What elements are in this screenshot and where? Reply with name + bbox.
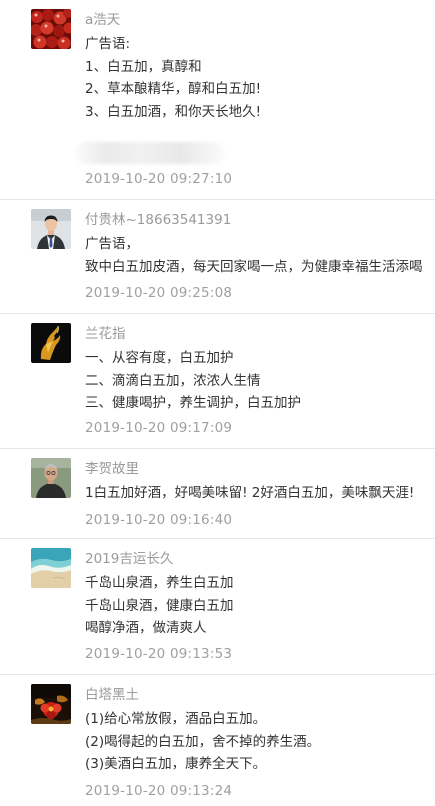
avatar[interactable] [31, 209, 71, 249]
avatar[interactable] [31, 548, 71, 588]
comment-timestamp: 2019-10-20 09:16:40 [85, 512, 233, 528]
avatar[interactable] [31, 458, 71, 498]
avatar[interactable] [31, 323, 71, 363]
comment-line: (1)给心常放假，酒品白五加。 [85, 711, 267, 727]
red-flower-photo-icon [31, 684, 71, 724]
comment-line: 一、从容有度，白五加护 [85, 350, 234, 366]
comment-item: 兰花指 一、从容有度，白五加护 二、滴滴白五加，浓浓人生情 三、健康喝护，养生调… [0, 314, 435, 449]
commenter-name[interactable]: 付贵林~18663541391 [85, 211, 435, 229]
comment-line: (3)美酒白五加，康养全天下。 [85, 756, 267, 772]
comment-item: a浩天 广告语: 1、白五加，真醇和 2、草本酿精华，醇和白五加! 3、白五加酒… [0, 0, 435, 200]
commenter-name[interactable]: 白塔黑土 [85, 686, 435, 704]
comment-item: 2019吉运长久 千岛山泉酒，养生白五加 千岛山泉酒，健康白五加 喝醇净酒，做清… [0, 539, 435, 675]
comment-timestamp: 2019-10-20 09:27:10 [85, 171, 233, 187]
comment-line: 喝醇净酒，做清爽人 [85, 620, 207, 636]
commenter-name[interactable]: 2019吉运长久 [85, 550, 435, 568]
comment-line: 1白五加好酒，好喝美味留! 2好酒白五加，美味飘天涯! [85, 485, 415, 501]
comment-item: 付贵林~18663541391 广告语， 致中白五加皮酒，每天回家喝一点，为健康… [0, 200, 435, 314]
blurred-image-placeholder [75, 142, 225, 164]
comment-line: 千岛山泉酒，养生白五加 [85, 575, 234, 591]
golden-hand-gesture-icon [31, 323, 71, 363]
comment-line: 1、白五加，真醇和 [85, 58, 202, 75]
comment-timestamp: 2019-10-20 09:13:24 [85, 783, 233, 799]
beach-landscape-photo-icon [31, 548, 71, 588]
comment-item: 李贺故里 1白五加好酒，好喝美味留! 2好酒白五加，美味飘天涯! 2019-10… [0, 449, 435, 539]
red-berries-photo-icon [31, 9, 71, 49]
comment-line: 广告语: [85, 36, 131, 52]
comment-line: 2、草本酿精华，醇和白五加! [85, 81, 262, 97]
comment-timestamp: 2019-10-20 09:13:53 [85, 646, 233, 662]
comment-line: 二、滴滴白五加，浓浓人生情 [85, 372, 261, 389]
comment-line: 致中白五加皮酒，每天回家喝一点，为健康幸福生活添喝 [85, 258, 423, 275]
man-in-suit-photo-icon [31, 209, 71, 249]
comment-timestamp: 2019-10-20 09:17:09 [85, 420, 233, 436]
elderly-man-photo-icon [31, 458, 71, 498]
commenter-name[interactable]: 兰花指 [85, 325, 435, 343]
comment-line: 3、白五加酒，和你天长地久! [85, 103, 262, 120]
avatar[interactable] [31, 684, 71, 724]
avatar[interactable] [31, 9, 71, 49]
comment-line: 广告语， [85, 236, 139, 252]
comment-line: 三、健康喝护，养生调护，白五加护 [85, 395, 301, 411]
comment-timestamp: 2019-10-20 09:25:08 [85, 285, 233, 301]
comment-list: a浩天 广告语: 1、白五加，真醇和 2、草本酿精华，醇和白五加! 3、白五加酒… [0, 0, 435, 806]
comment-line: (2)喝得起的白五加，舍不掉的养生酒。 [85, 733, 321, 750]
comment-item: 白塔黑土 (1)给心常放假，酒品白五加。 (2)喝得起的白五加，舍不掉的养生酒。… [0, 675, 435, 806]
commenter-name[interactable]: 李贺故里 [85, 460, 435, 478]
comment-line: 千岛山泉酒，健康白五加 [85, 597, 234, 614]
commenter-name[interactable]: a浩天 [85, 11, 435, 29]
